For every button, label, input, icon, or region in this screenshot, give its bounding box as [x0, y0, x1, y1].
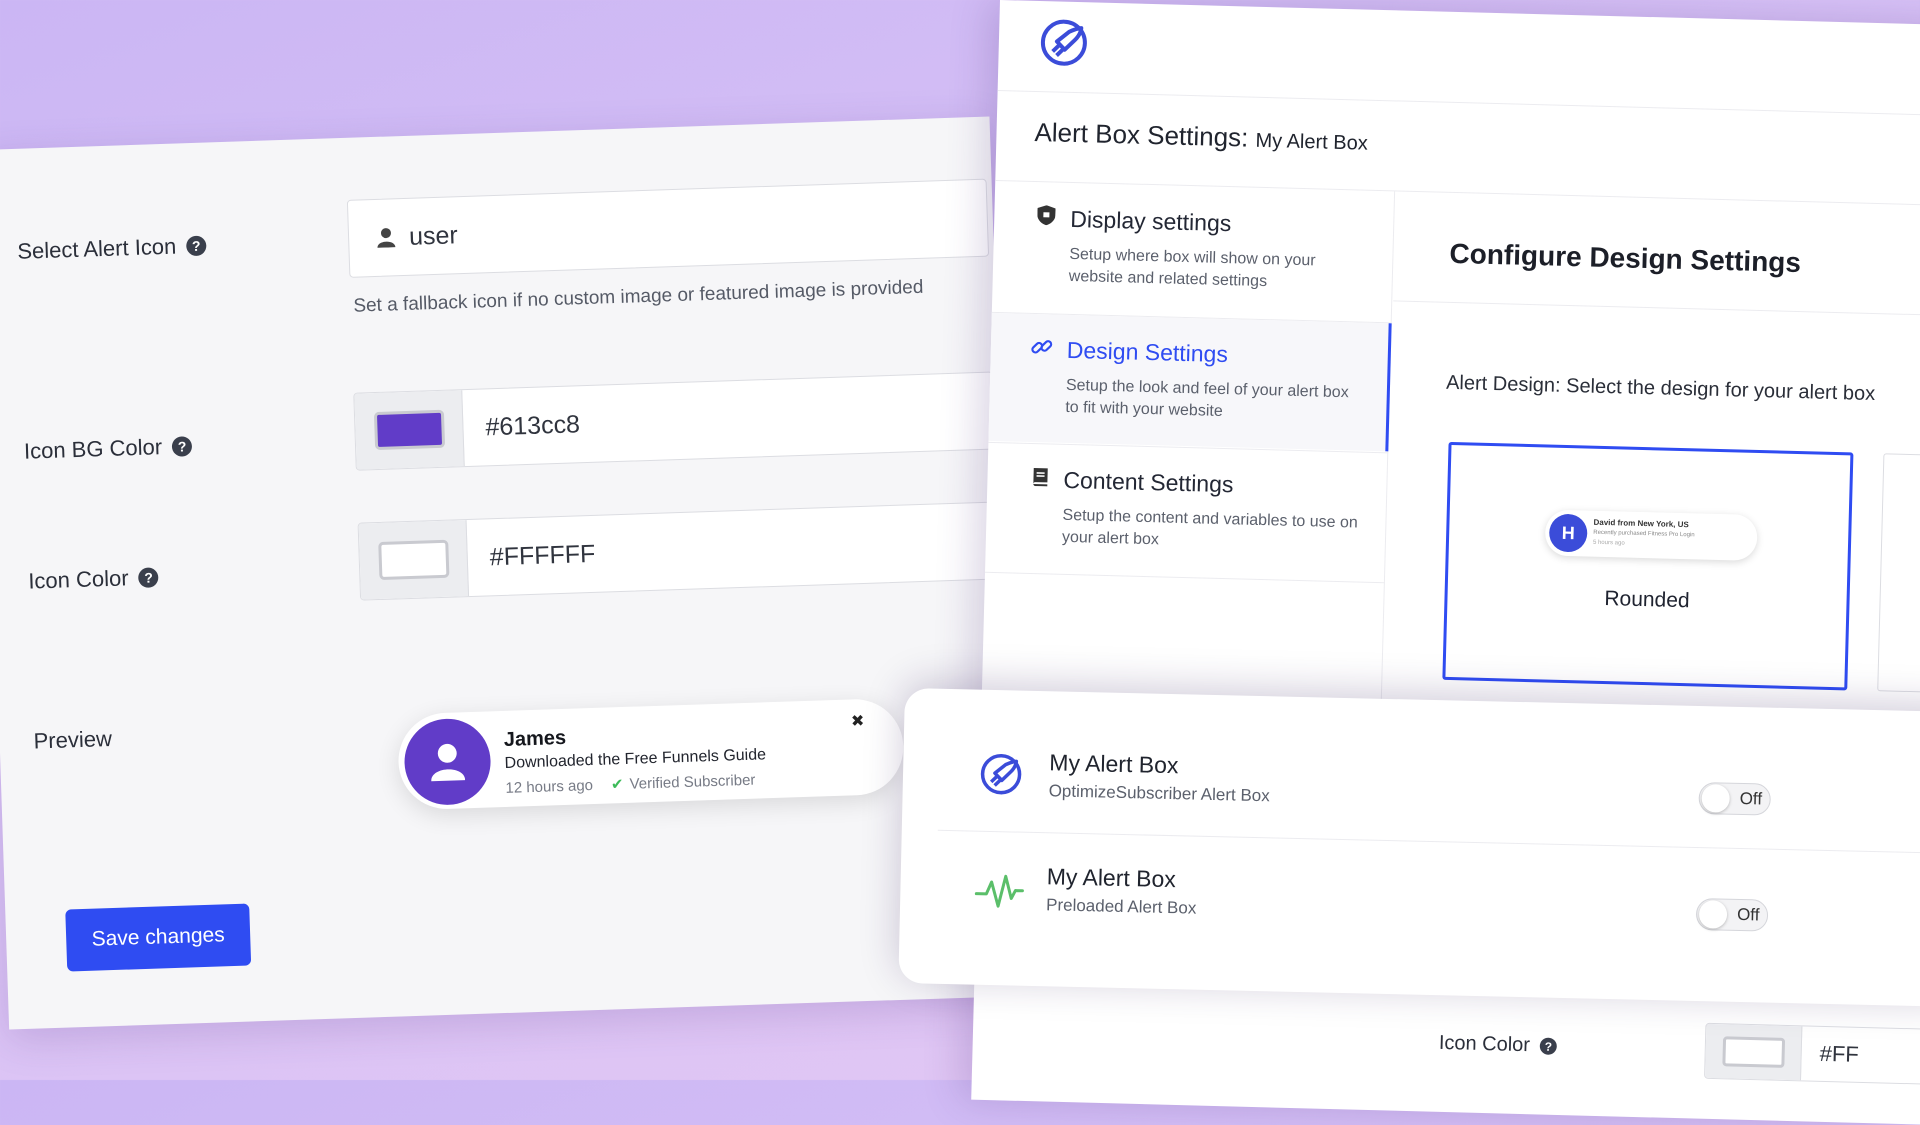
- settings-title: Alert Box Settings:: [1034, 116, 1249, 153]
- user-icon: [431, 743, 466, 782]
- icon-color-value[interactable]: #FFFFFF: [489, 539, 595, 571]
- header-divider: [997, 89, 1920, 117]
- alert-icon-hint: Set a fallback icon if no custom image o…: [353, 276, 924, 317]
- shield-icon: [1037, 205, 1056, 226]
- icon-bg-color-picker[interactable]: [354, 390, 465, 470]
- check-icon: ✔: [610, 776, 624, 794]
- toggle-knob: [1698, 900, 1728, 929]
- preview-label: Preview: [33, 725, 113, 754]
- link-icon: [1031, 340, 1053, 354]
- rocket-logo-icon[interactable]: [1038, 17, 1089, 68]
- icon-color-swatch: [377, 539, 449, 581]
- close-icon[interactable]: ✖: [851, 711, 865, 731]
- alert-icon-label: Select Alert Icon ?: [17, 233, 207, 265]
- help-icon[interactable]: ?: [1539, 1037, 1558, 1055]
- preview-name: James: [503, 726, 567, 751]
- help-icon[interactable]: ?: [138, 567, 159, 588]
- alert-box-toggle[interactable]: Off: [1698, 782, 1772, 816]
- alert-box-name: My Alert Box: [1046, 863, 1177, 893]
- bottom-icon-color-label: Icon Color ?: [1439, 1032, 1558, 1058]
- preview-meta: 12 hours ago ✔ Verified Subscriber: [505, 771, 756, 797]
- icon-bg-color-label: Icon BG Color ?: [24, 433, 193, 465]
- design-preview-thumbnail: H David from New York, US Recently purch…: [1544, 509, 1758, 561]
- user-icon: [377, 228, 396, 248]
- preview-avatar: [403, 717, 492, 807]
- nav-display-settings[interactable]: Display settings Setup where box will sh…: [992, 182, 1395, 320]
- alert-box-toggle[interactable]: Off: [1695, 898, 1769, 932]
- design-label: Alert Design: Select the design for your…: [1445, 371, 1876, 406]
- alert-icon-select[interactable]: user: [346, 178, 990, 278]
- icon-bg-color-field[interactable]: #613cc8: [353, 371, 996, 471]
- settings-header: Alert Box Settings: My Alert Box: [1034, 117, 1368, 157]
- bottom-icon-color-picker[interactable]: [1705, 1023, 1803, 1081]
- pulse-icon: [974, 874, 1024, 908]
- design-option-next[interactable]: [1877, 453, 1920, 694]
- alert-box-row[interactable]: My Alert Box Preloaded Alert Box Off: [935, 831, 1920, 972]
- design-option-name: Rounded: [1604, 587, 1690, 613]
- alert-box-row[interactable]: My Alert Box OptimizeSubscriber Alert Bo…: [937, 712, 1920, 855]
- save-changes-button[interactable]: Save changes: [65, 903, 252, 972]
- alert-box-type: Preloaded Alert Box: [1045, 895, 1197, 918]
- icon-settings-panel: Select Alert Icon ? user Set a fallback …: [0, 116, 1019, 1030]
- icon-color-field[interactable]: #FFFFFF: [357, 501, 1000, 601]
- preview-time: 12 hours ago: [505, 776, 594, 797]
- bottom-icon-color-value[interactable]: #FF: [1819, 1041, 1859, 1068]
- help-icon[interactable]: ?: [185, 235, 207, 257]
- toggle-knob: [1701, 784, 1731, 813]
- settings-subtitle: My Alert Box: [1255, 129, 1369, 155]
- preview-notification: James Downloaded the Free Funnels Guide …: [396, 697, 905, 811]
- icon-color-label: Icon Color ?: [28, 564, 159, 594]
- mini-avatar: H: [1548, 513, 1588, 553]
- rocket-icon: [980, 753, 1022, 795]
- alert-box-list: My Alert Box OptimizeSubscriber Alert Bo…: [898, 688, 1920, 1007]
- main-title: Configure Design Settings: [1449, 237, 1802, 279]
- main-divider: [1393, 300, 1920, 317]
- alert-box-name: My Alert Box: [1049, 749, 1179, 779]
- icon-bg-color-swatch: [373, 409, 445, 451]
- nav-design-settings[interactable]: Design Settings Setup the look and feel …: [988, 312, 1392, 452]
- design-option-rounded[interactable]: H David from New York, US Recently purch…: [1442, 441, 1854, 691]
- alert-box-type: OptimizeSubscriber Alert Box: [1048, 781, 1270, 806]
- help-icon[interactable]: ?: [171, 436, 193, 457]
- book-icon: [1033, 468, 1048, 487]
- alert-icon-value: user: [408, 220, 459, 251]
- bottom-icon-color-swatch: [1721, 1036, 1785, 1068]
- bottom-icon-color-field[interactable]: #FF: [1704, 1022, 1920, 1086]
- verified-badge: ✔ Verified Subscriber: [610, 771, 756, 794]
- nav-content-settings[interactable]: Content Settings Setup the content and v…: [985, 443, 1388, 581]
- icon-bg-color-value[interactable]: #613cc8: [485, 410, 580, 442]
- icon-color-picker[interactable]: [358, 520, 470, 600]
